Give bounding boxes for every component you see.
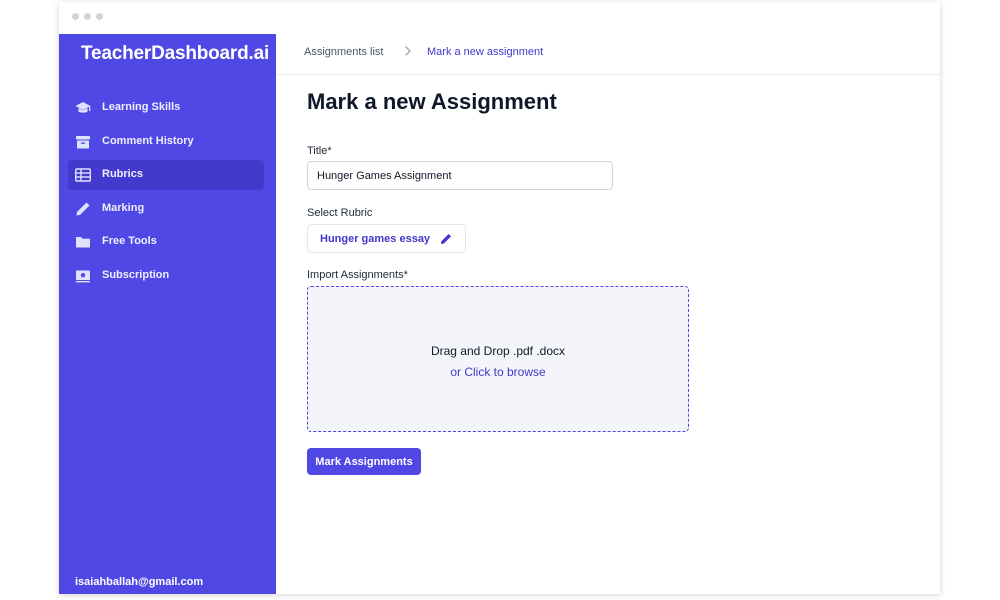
user-email[interactable]: isaiahballah@gmail.com — [75, 576, 203, 588]
sidebar-item-label: Rubrics — [102, 168, 143, 181]
mark-assignments-button[interactable]: Mark Assignments — [307, 448, 421, 475]
sidebar-item-comment-history[interactable]: Comment History — [68, 127, 264, 157]
sidebar-item-label: Marking — [102, 201, 145, 214]
chevron-right-icon — [403, 44, 413, 58]
graduation-cap-icon — [75, 100, 91, 116]
window-dot-1[interactable] — [72, 13, 79, 20]
breadcrumb: Assignments list Mark a new assignment — [276, 34, 940, 75]
app-window: TeacherDashboard.ai Learning Skills Comm… — [59, 2, 940, 594]
title-label: Title* — [307, 145, 332, 157]
sidebar-item-label: Comment History — [102, 134, 194, 147]
sidebar-item-subscription[interactable]: Subscription — [68, 261, 264, 291]
folder-icon — [75, 234, 91, 250]
breadcrumb-assignments-list[interactable]: Assignments list — [304, 46, 383, 58]
page-title: Mark a new Assignment — [307, 89, 557, 114]
sidebar-nav: Learning Skills Comment History Rubrics … — [68, 93, 264, 295]
sidebar: TeacherDashboard.ai Learning Skills Comm… — [59, 34, 276, 594]
window-titlebar — [59, 2, 940, 34]
title-input-value: Hunger Games Assignment — [317, 170, 452, 182]
sidebar-item-marking[interactable]: Marking — [68, 194, 264, 224]
selected-rubric-label: Hunger games essay — [320, 233, 431, 245]
file-dropzone[interactable]: Drag and Drop .pdf .docx or Click to bro… — [307, 286, 689, 432]
browse-link[interactable]: or Click to browse — [308, 365, 688, 379]
sidebar-item-rubrics[interactable]: Rubrics — [68, 160, 264, 191]
main-content: Assignments list Mark a new assignment M… — [276, 34, 940, 594]
sidebar-item-learning-skills[interactable]: Learning Skills — [68, 93, 264, 123]
breadcrumb-current[interactable]: Mark a new assignment — [427, 46, 543, 58]
window-dot-2[interactable] — [84, 13, 91, 20]
brand-logo-text[interactable]: TeacherDashboard.ai — [81, 43, 269, 65]
pencil-icon — [440, 232, 452, 244]
pencil-icon — [75, 201, 91, 217]
title-input[interactable]: Hunger Games Assignment — [307, 161, 613, 190]
rubric-label: Select Rubric — [307, 207, 373, 219]
window-dot-3[interactable] — [96, 13, 103, 20]
sidebar-item-free-tools[interactable]: Free Tools — [68, 227, 264, 257]
sidebar-item-label: Free Tools — [102, 235, 157, 248]
billing-icon — [75, 268, 91, 284]
import-label: Import Assignments* — [307, 269, 408, 281]
table-icon — [74, 167, 92, 183]
archive-box-icon — [75, 134, 91, 150]
dropzone-text: Drag and Drop .pdf .docx — [430, 344, 566, 358]
sidebar-item-label: Subscription — [102, 268, 170, 281]
sidebar-item-label: Learning Skills — [102, 101, 181, 113]
select-rubric-button[interactable]: Hunger games essay — [307, 224, 466, 253]
